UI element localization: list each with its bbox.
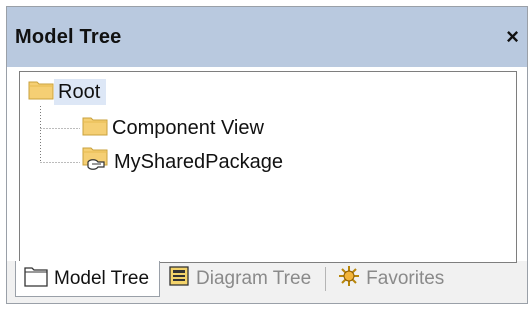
model-tree-panel: Model Tree × Root Component View MyShare…: [6, 6, 528, 304]
panel-tabs: Model Tree Diagram Tree Favorites: [15, 261, 454, 297]
tree-node-root[interactable]: Root: [28, 78, 107, 106]
tab-label: Model Tree: [54, 267, 150, 289]
tree-node-mysharedpackage[interactable]: MySharedPackage: [82, 146, 289, 178]
tree-node-label: MySharedPackage: [114, 151, 283, 173]
tab-diagram-tree[interactable]: Diagram Tree: [160, 261, 321, 297]
favorites-tab-icon: [338, 265, 360, 293]
model-tree-tab-icon: [24, 265, 48, 293]
tab-label: Diagram Tree: [196, 268, 312, 289]
tab-favorites[interactable]: Favorites: [330, 261, 454, 297]
tab-separator: [325, 267, 327, 291]
tab-label: Favorites: [366, 268, 445, 289]
panel-titlebar: Model Tree ×: [7, 7, 527, 67]
tree-node-component-view[interactable]: Component View: [82, 114, 270, 142]
diagram-tree-tab-icon: [168, 265, 190, 293]
tree-node-label: Component View: [112, 117, 264, 139]
close-icon[interactable]: ×: [506, 26, 519, 48]
folder-icon: [28, 78, 54, 106]
tab-model-tree[interactable]: Model Tree: [15, 261, 161, 297]
tree-view[interactable]: Root Component View MySharedPackage: [19, 71, 517, 263]
folder-icon: [82, 114, 108, 142]
tree-node-label: Root: [54, 79, 107, 105]
shared-package-icon: [82, 146, 110, 178]
panel-title: Model Tree: [15, 25, 122, 48]
